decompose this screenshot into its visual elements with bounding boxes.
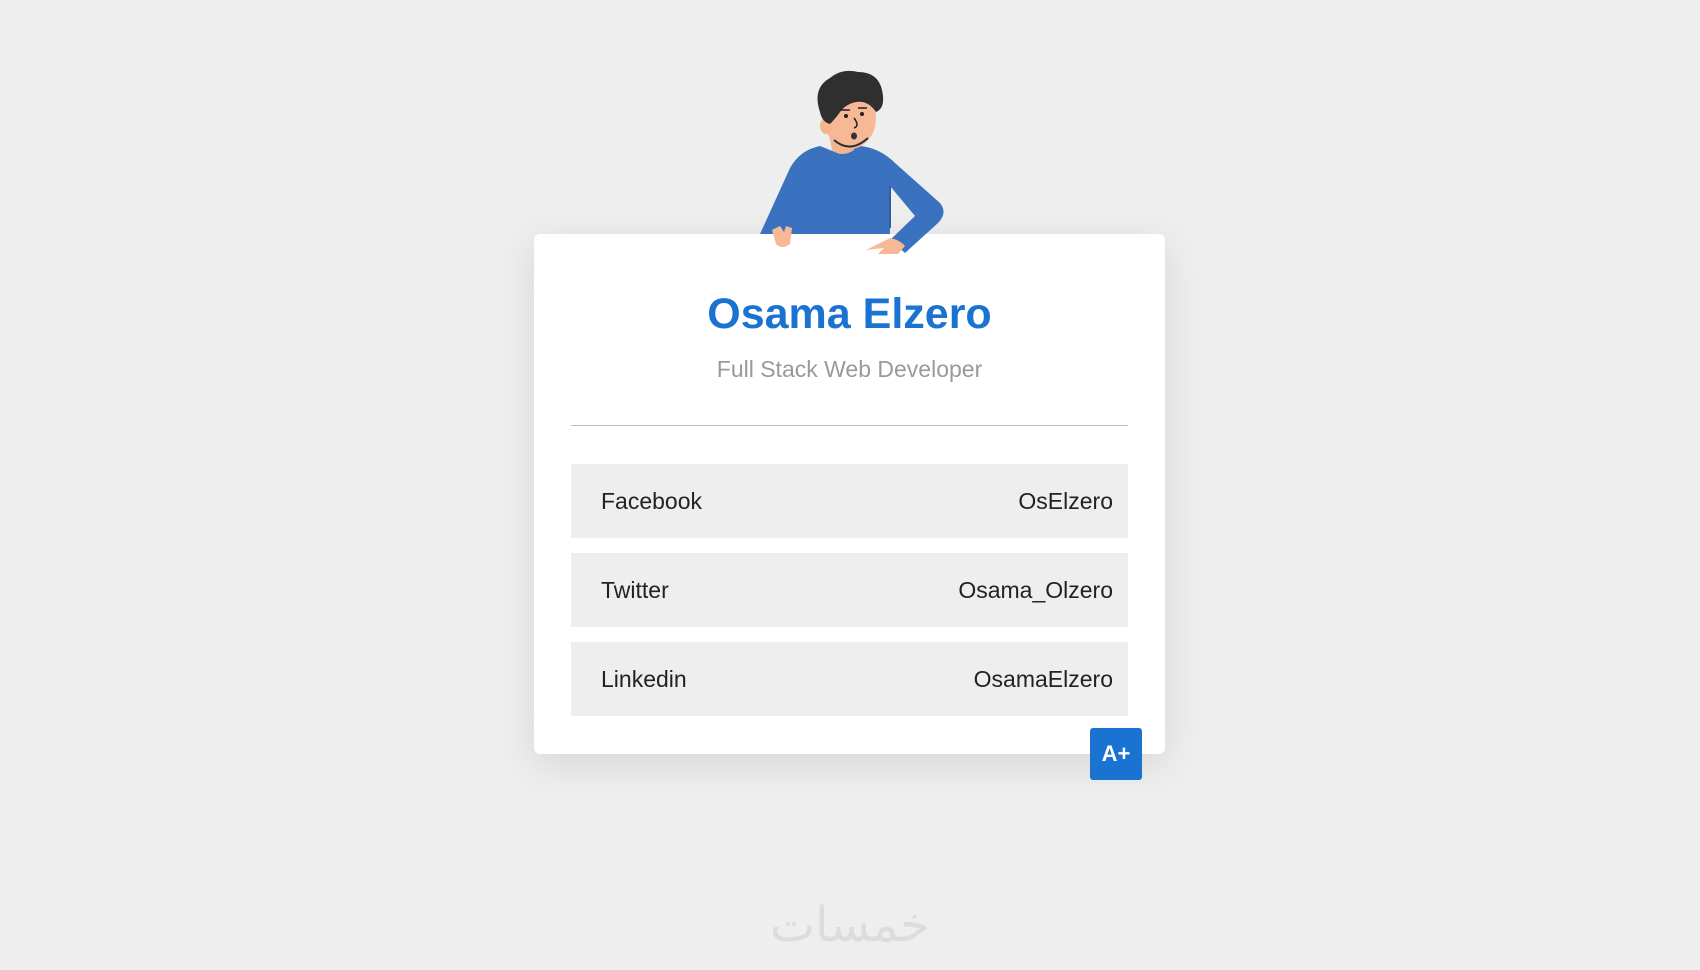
social-links-list: Facebook OsElzero Twitter Osama_Olzero L… [571, 464, 1128, 731]
watermark-logo: خمسات [769, 897, 931, 953]
social-link-handle: OsamaElzero [973, 665, 1113, 692]
social-link-facebook[interactable]: Facebook OsElzero [571, 464, 1128, 538]
add-button[interactable]: A+ [1090, 728, 1142, 780]
social-link-linkedin[interactable]: Linkedin OsamaElzero [571, 642, 1128, 716]
profile-name: Osama Elzero [707, 290, 992, 338]
profile-card: Osama Elzero Full Stack Web Developer Fa… [534, 234, 1165, 754]
social-link-platform: Facebook [601, 487, 703, 514]
social-link-handle: Osama_Olzero [958, 576, 1113, 603]
avatar-illustration [760, 70, 944, 254]
profile-title: Full Stack Web Developer [716, 356, 983, 382]
social-link-twitter[interactable]: Twitter Osama_Olzero [571, 553, 1128, 627]
social-link-platform: Linkedin [601, 665, 687, 692]
social-link-handle: OsElzero [1018, 487, 1113, 514]
divider [571, 425, 1128, 426]
social-link-platform: Twitter [601, 576, 669, 603]
